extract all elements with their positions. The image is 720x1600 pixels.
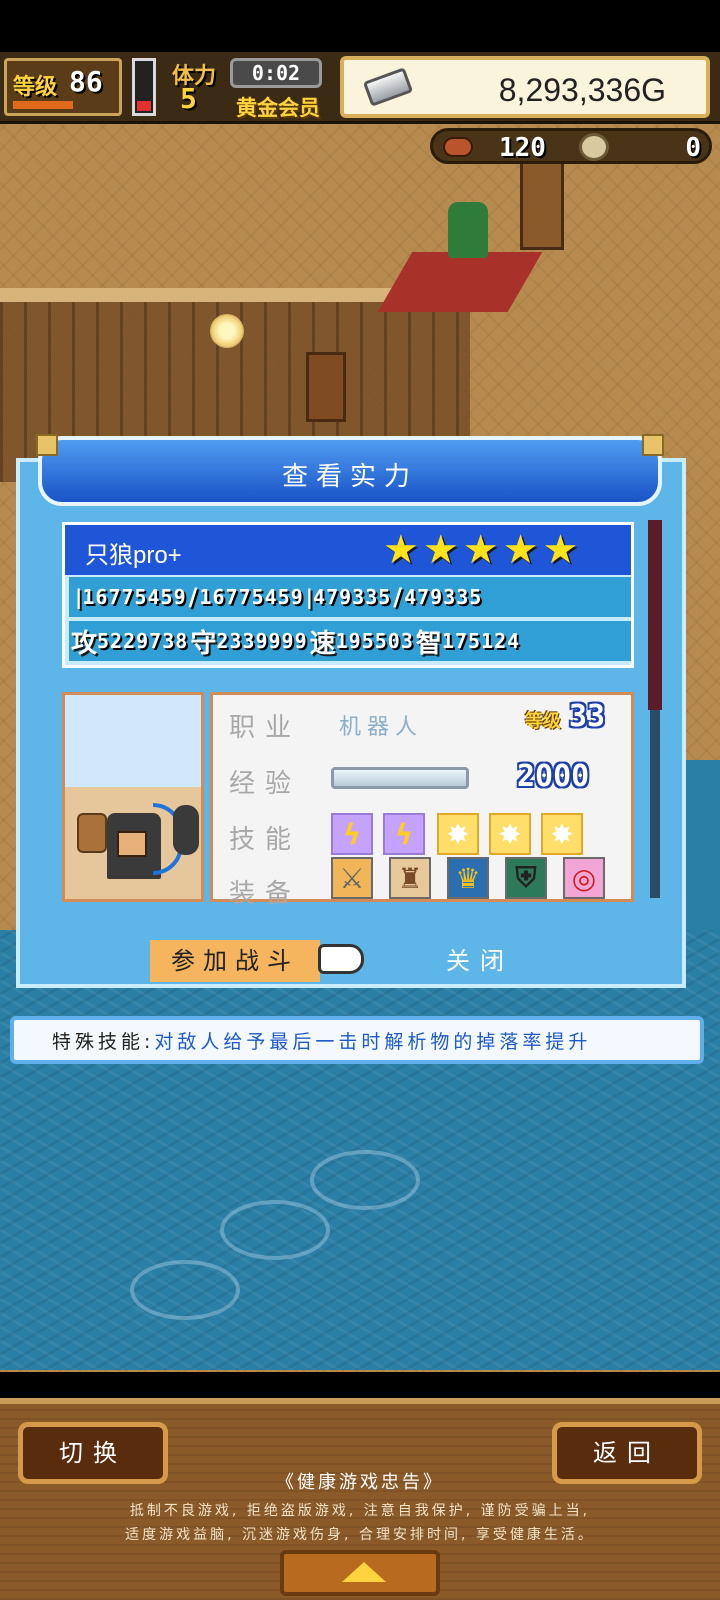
bottom-panel: 切换 返回 《健康游戏忠告》 抵制不良游戏, 拒绝盗版游戏, 注意自我保护, 谨… [0, 1398, 720, 1600]
mp-max: 479335 [404, 585, 483, 609]
join-battle-button[interactable]: 参加战斗 [150, 940, 320, 982]
stamina-value: 5 [180, 82, 197, 115]
player-level: 86 [69, 65, 103, 98]
health-advice-line: 适度游戏益脑, 沉迷游戏伤身, 合理安排时间, 享受健康生活。 [125, 1527, 595, 1543]
hp-value: 16775459 [82, 585, 187, 609]
attribute-row: 攻 5229738 守 2339999 速 195503 智 175124 [69, 621, 631, 661]
special-skill-label: 特殊技能: [52, 1030, 155, 1053]
up-arrow-icon [342, 1562, 386, 1582]
hp-mp-row: | 16775459 / 16775459 | 479335 / 479335 [69, 577, 631, 617]
defense-label: 守 [190, 628, 217, 659]
membership-badge[interactable]: 黄金会员 [236, 92, 320, 122]
exp-bar [331, 767, 469, 789]
shield-icon [173, 805, 199, 855]
captain-sprite [448, 202, 488, 258]
health-advice-title: 《健康游戏忠告》 [276, 1472, 444, 1493]
speed-value: 195503 [335, 629, 414, 653]
helmet-icon[interactable]: ♛ [447, 857, 489, 899]
whirlpool [220, 1200, 330, 1260]
attack-value: 5229738 [97, 629, 189, 653]
shield-icon[interactable]: ⛨ [505, 857, 547, 899]
intellect-label: 智 [415, 628, 442, 659]
star-icon: ★ [542, 527, 579, 573]
player-level-box: 等级 86 [4, 58, 122, 116]
medal-icon [579, 133, 609, 161]
close-button[interactable]: 关闭 [430, 940, 530, 982]
exp-value: 2000 [517, 759, 590, 794]
timer: 0:02 [230, 58, 322, 88]
medal-count: 0 [685, 133, 701, 163]
sea [0, 930, 720, 1370]
character-face [117, 831, 147, 857]
whirlpool [310, 1150, 420, 1210]
level-progress-bar [13, 101, 73, 109]
bolt-icon[interactable]: ϟ [383, 813, 425, 855]
info-panel: 职业 机器人 等级 33 经验 2000 技能 ϟ ϟ ✸ ✸ ✸ 装备 ⚔ ♜… [210, 692, 634, 909]
burst-icon[interactable]: ✸ [541, 813, 583, 855]
burst-icon[interactable]: ✸ [489, 813, 531, 855]
star-icon: ★ [502, 527, 539, 573]
mp-value: 479335 [313, 585, 392, 609]
whirlpool [130, 1260, 240, 1320]
meat-icon [443, 137, 473, 157]
exp-label: 经验 [229, 769, 302, 799]
ship-mast [520, 160, 564, 250]
armor-icon[interactable]: ♜ [389, 857, 431, 899]
star-rating: ★ ★ ★ ★ ★ [383, 527, 578, 573]
attack-label: 攻 [71, 628, 98, 659]
equip-label: 装备 [229, 879, 302, 909]
star-icon: ★ [422, 527, 459, 573]
resource-bar: 120 0 [430, 128, 712, 164]
sword-icon[interactable]: ⚔ [331, 857, 373, 899]
hp-max: 16775459 [199, 585, 304, 609]
stats-panel: 只狼pro+ ★ ★ ★ ★ ★ | 16775459 / 16775459 |… [62, 522, 634, 668]
cabin-door [306, 352, 346, 422]
hp-icon: | [75, 585, 83, 609]
top-hud: 等级 86 体力 5 0:02 黄金会员 8,293,336G [0, 52, 720, 124]
burst-icon[interactable]: ✸ [437, 813, 479, 855]
level-label: 等级 [13, 75, 58, 100]
star-icon: ★ [462, 527, 499, 573]
expand-menu-button[interactable] [280, 1550, 440, 1596]
character-portrait [62, 692, 204, 902]
level-tag: 等级 [525, 711, 561, 732]
scrollbar-thumb[interactable] [648, 520, 662, 710]
pointing-hand-icon [318, 944, 364, 974]
gold-amount: 8,293,336G [498, 72, 666, 108]
silver-ingot-icon [362, 67, 414, 107]
intellect-value: 175124 [441, 629, 521, 653]
name-row: 只狼pro+ ★ ★ ★ ★ ★ [65, 525, 631, 575]
star-icon: ★ [383, 527, 419, 573]
job-value: 机器人 [339, 715, 424, 740]
character-level: 33 [569, 699, 606, 734]
health-gauge [132, 58, 156, 116]
lantern [210, 314, 244, 348]
special-skill-text: 对敌人给予最后一击时解析物的掉落率提升 [154, 1030, 592, 1053]
mp-icon: | [305, 585, 314, 609]
defense-value: 2339999 [216, 629, 308, 653]
speed-label: 速 [309, 628, 336, 659]
gold-display: 8,293,336G [340, 56, 710, 118]
ring-icon[interactable]: ◎ [563, 857, 605, 899]
corner-ornament [642, 434, 664, 456]
meat-count: 120 [499, 133, 546, 163]
corner-ornament [36, 434, 58, 456]
health-advice-line: 抵制不良游戏, 拒绝盗版游戏, 注意自我保护, 谨防受骗上当, [129, 1503, 591, 1519]
special-skill-bar: 特殊技能: 对敌人给予最后一击时解析物的掉落率提升 [10, 1016, 704, 1064]
barrel [77, 813, 107, 853]
job-label: 职业 [229, 713, 302, 743]
skill-label: 技能 [229, 825, 302, 855]
red-carpet [377, 252, 543, 312]
dialog-title: 查看实力 [281, 462, 418, 492]
bolt-icon[interactable]: ϟ [331, 813, 373, 855]
character-name: 只狼pro+ [85, 542, 182, 569]
dialog-title-bar: 查看实力 [36, 434, 664, 506]
